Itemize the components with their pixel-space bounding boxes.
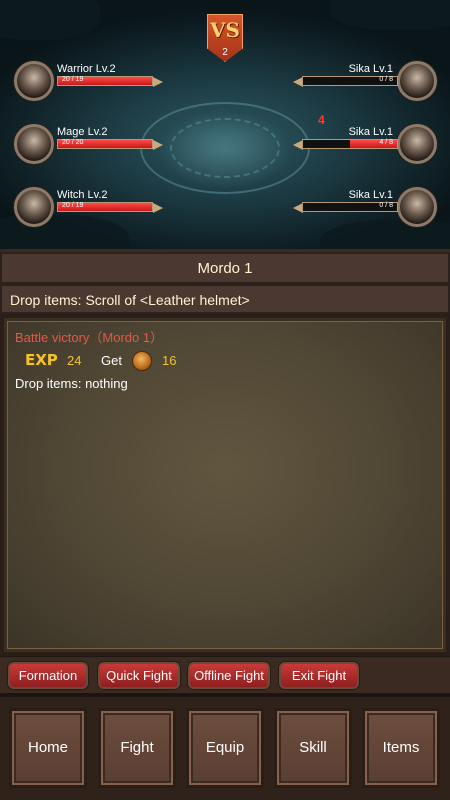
hp-text: 0 / 8 [379, 202, 393, 209]
battle-result-text: Battle victory（Mordo 1） [15, 330, 164, 345]
offline-fight-button[interactable]: Offline Fight [188, 662, 270, 689]
get-label: Get [101, 353, 122, 368]
coin-value: 16 [162, 353, 177, 368]
enemy-unit-sika-1[interactable]: Sika Lv.1 0 / 8 [293, 61, 439, 101]
ally-unit-mage[interactable]: Mage Lv.2 20 / 20 [14, 124, 174, 164]
warrior-portrait-icon [14, 61, 54, 101]
battle-log[interactable]: Battle victory（Mordo 1） EXP 24 Get 16 Dr… [4, 318, 446, 652]
enemy-unit-sika-2[interactable]: Sika Lv.1 4 / 8 [293, 124, 439, 164]
drop-items-bar: Drop items: Scroll of <Leather helmet> [0, 284, 450, 314]
fight-action-bar: Formation Quick Fight Offline Fight Exit… [0, 656, 450, 694]
nav-skill-button[interactable]: Skill [274, 708, 352, 788]
hp-text: 20 / 20 [62, 139, 84, 146]
hp-bar: 4 / 8 [302, 139, 398, 149]
exp-label: EXP [25, 351, 58, 369]
hp-bar: 0 / 8 [302, 76, 398, 86]
ally-unit-witch[interactable]: Witch Lv.2 20 / 19 [14, 187, 174, 227]
hp-text: 20 / 19 [62, 76, 84, 83]
nav-equip-button[interactable]: Equip [186, 708, 264, 788]
battle-log-frame: Battle victory（Mordo 1） EXP 24 Get 16 Dr… [0, 314, 450, 656]
nav-fight-button[interactable]: Fight [98, 708, 176, 788]
unit-name: Sika Lv.1 [348, 126, 393, 138]
bar-tip [153, 77, 163, 87]
enemy-unit-sika-3[interactable]: Sika Lv.1 0 / 8 [293, 187, 439, 227]
hp-bar: 20 / 19 [57, 76, 153, 86]
bar-tip [153, 203, 163, 213]
vs-label: VS [210, 18, 240, 42]
formation-button[interactable]: Formation [8, 662, 88, 689]
unit-name: Warrior Lv.2 [57, 63, 116, 75]
unit-name: Sika Lv.1 [348, 63, 393, 75]
battle-arena: VS 2 Warrior Lv.2 20 / 19 Mage Lv.2 20 /… [0, 0, 450, 252]
exit-fight-button[interactable]: Exit Fight [279, 662, 359, 689]
unit-name: Mage Lv.2 [57, 126, 108, 138]
unit-name: Sika Lv.1 [348, 189, 393, 201]
drop-items-text: Drop items: Scroll of <Leather helmet> [10, 292, 250, 308]
hp-bar: 20 / 20 [57, 139, 153, 149]
nav-home-button[interactable]: Home [9, 708, 87, 788]
arena-rock [0, 0, 100, 40]
witch-portrait-icon [14, 187, 54, 227]
quick-fight-button[interactable]: Quick Fight [98, 662, 180, 689]
hp-text: 4 / 8 [379, 139, 393, 146]
bottom-nav: Home Fight Equip Skill Items [0, 694, 450, 800]
drop-result-text: Drop items: nothing [15, 376, 128, 391]
sika-portrait-icon [397, 124, 437, 164]
hp-text: 20 / 19 [62, 202, 84, 209]
hp-text: 0 / 8 [379, 76, 393, 83]
unit-name: Witch Lv.2 [57, 189, 108, 201]
round-number: 2 [222, 47, 228, 58]
sika-portrait-icon [397, 187, 437, 227]
hp-bar: 0 / 8 [302, 202, 398, 212]
ally-unit-warrior[interactable]: Warrior Lv.2 20 / 19 [14, 61, 174, 101]
stage-title-bar: Mordo 1 [0, 252, 450, 284]
hp-bar: 20 / 19 [57, 202, 153, 212]
sika-portrait-icon [397, 61, 437, 101]
damage-popup: 4 [318, 113, 325, 127]
exp-value: 24 [67, 353, 82, 368]
arena-rock [330, 0, 450, 30]
bar-tip [153, 140, 163, 150]
magic-circle-inner [170, 118, 280, 178]
reward-line: EXP 24 Get 16 [15, 351, 435, 371]
nav-items-button[interactable]: Items [362, 708, 440, 788]
gold-coin-icon [132, 351, 152, 371]
stage-title: Mordo 1 [197, 260, 253, 277]
mage-portrait-icon [14, 124, 54, 164]
